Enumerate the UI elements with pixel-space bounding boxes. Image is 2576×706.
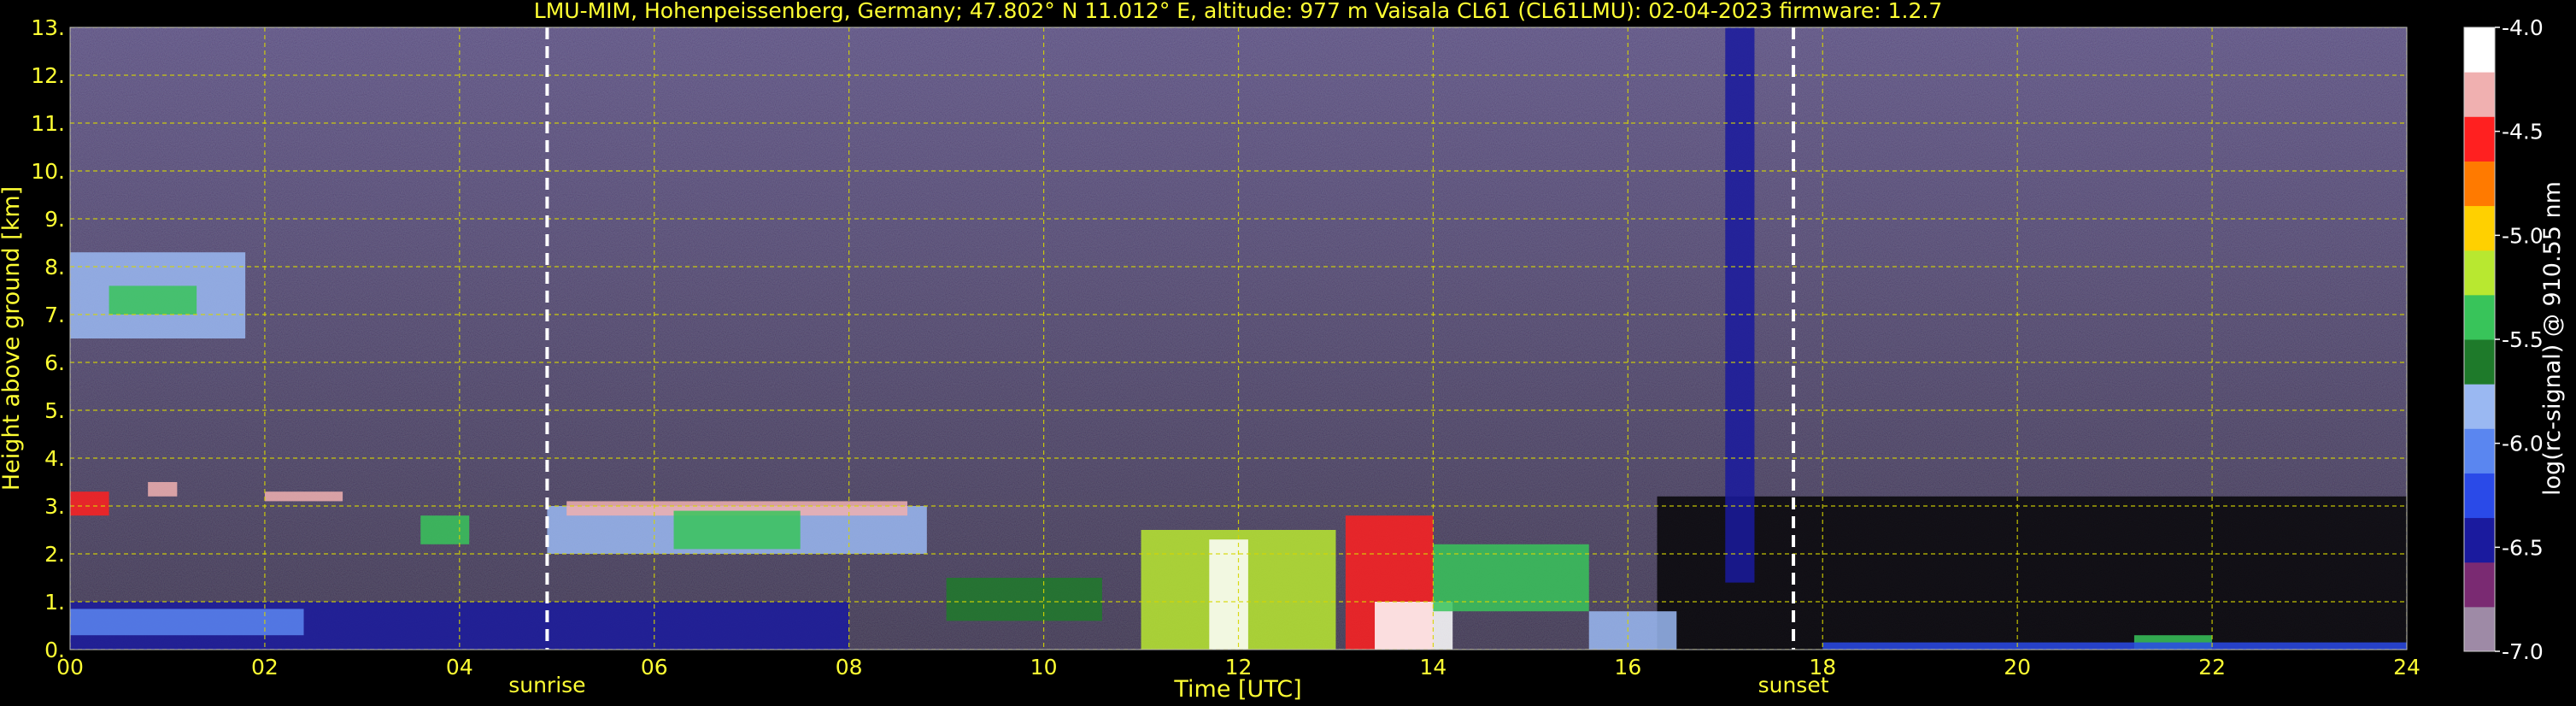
plot-area (70, 27, 2407, 650)
y-tick-label: 13. (31, 15, 65, 40)
y-tick-label: 3. (44, 494, 65, 519)
y-tick-label: 0. (44, 638, 65, 662)
chart-title: LMU-MIM, Hohenpeissenberg, Germany; 47.8… (534, 0, 1942, 23)
colorbar-segment (2464, 473, 2495, 519)
ceilometer-figure: LMU-MIM, Hohenpeissenberg, Germany; 47.8… (0, 0, 2566, 703)
colorbar-tick-labels: -4.0 -4.5 -5.0 -5.5 -6.0 -6.5 -7.0 (2495, 15, 2544, 664)
backscatter-layer (673, 510, 801, 550)
y-tick-label: 1. (44, 590, 65, 615)
backscatter-layer (1725, 27, 1755, 583)
colorbar-segment (2464, 250, 2495, 296)
backscatter-layer (420, 515, 470, 544)
colorbar-label: log(rc-signal) @ 910.55 nm (2539, 181, 2566, 496)
backscatter-layer (109, 285, 197, 315)
y-tick-label: 4. (44, 446, 65, 471)
x-tick-label: 22 (2198, 655, 2226, 680)
colorbar-tick-label: -7.0 (2502, 639, 2544, 664)
colorbar-tick-label: -5.5 (2502, 327, 2544, 352)
colorbar-segment (2464, 606, 2495, 652)
colorbar-segment (2464, 116, 2495, 162)
colorbar-segment (2464, 562, 2495, 608)
y-tick-label: 2. (44, 542, 65, 567)
y-tick-labels: 0. 1. 2. 3. 4. 5. 6. 7. 8. 9. 10. 11. 12. 13. (31, 15, 65, 662)
x-tick-label: 16 (1614, 655, 1641, 680)
colorbar-tick-label: -6.5 (2502, 535, 2544, 560)
colorbar-tick-label: -4.5 (2502, 120, 2544, 144)
colorbar-segment (2464, 517, 2495, 563)
x-tick-label: 24 (2393, 655, 2421, 680)
y-tick-label: 11. (31, 111, 65, 136)
sun-marker-label: sunset (1758, 673, 1829, 697)
y-tick-label: 8. (44, 255, 65, 279)
colorbar-segment (2464, 384, 2495, 429)
backscatter-layer (1588, 611, 1677, 650)
x-tick-label: 14 (1420, 655, 1447, 680)
y-axis-label: Height above ground [km] (0, 186, 25, 491)
y-tick-label: 7. (44, 303, 65, 327)
y-tick-label: 6. (44, 350, 65, 375)
colorbar-tick-label: -5.0 (2502, 223, 2544, 248)
colorbar-segment (2464, 428, 2495, 474)
x-tick-label: 02 (251, 655, 279, 680)
x-tick-label: 04 (446, 655, 473, 680)
x-axis-label: Time [UTC] (1173, 676, 1301, 703)
sun-marker-label: sunrise (508, 673, 585, 697)
backscatter-layer (264, 491, 343, 502)
colorbar-segment (2464, 339, 2495, 385)
colorbar-segment (2464, 294, 2495, 340)
colorbar (2463, 26, 2496, 652)
x-tick-label: 10 (1030, 655, 1058, 680)
x-tick-label: 20 (2004, 655, 2031, 680)
backscatter-layer (70, 491, 109, 516)
x-tick-label: 06 (641, 655, 668, 680)
colorbar-segment (2464, 27, 2495, 73)
y-tick-label: 5. (44, 398, 65, 423)
colorbar-segment (2464, 161, 2495, 207)
y-tick-label: 9. (44, 207, 65, 232)
backscatter-layer (148, 482, 178, 497)
backscatter-layer (1209, 539, 1248, 650)
backscatter-layer (70, 609, 304, 636)
y-tick-label: 12. (31, 63, 65, 88)
clear-sky-region (1657, 496, 2407, 650)
colorbar-tick-label: -4.0 (2502, 15, 2544, 40)
colorbar-segment (2464, 72, 2495, 117)
colorbar-segment (2464, 205, 2495, 251)
colorbar-tick-label: -6.0 (2502, 432, 2544, 456)
backscatter-layer (1822, 642, 2407, 650)
x-tick-label: 08 (836, 655, 863, 680)
y-tick-label: 10. (31, 159, 65, 184)
backscatter-layer (946, 578, 1102, 621)
